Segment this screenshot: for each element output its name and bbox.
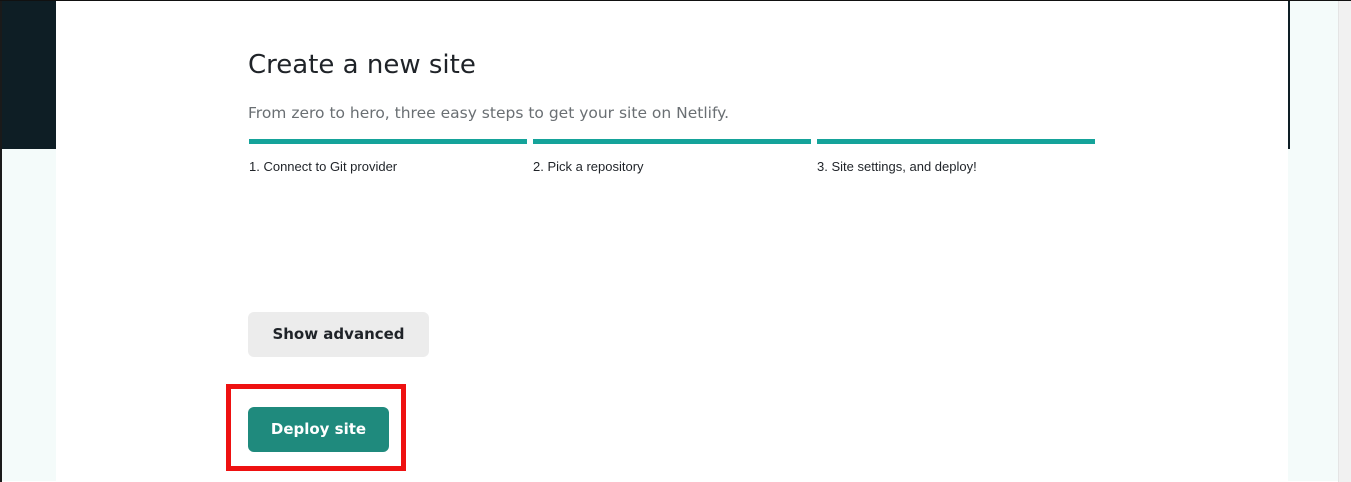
show-advanced-button[interactable]: Show advanced	[248, 312, 429, 357]
page-title: Create a new site	[248, 50, 476, 81]
page-subtitle: From zero to hero, three easy steps to g…	[248, 103, 730, 122]
step-progress-bar	[817, 139, 1095, 144]
scrollbar[interactable]	[1338, 1, 1351, 482]
app-window: Create a new site From zero to hero, thr…	[0, 0, 1351, 482]
step-label: 3. Site settings, and deploy!	[817, 159, 977, 174]
step-label: 2. Pick a repository	[533, 159, 644, 174]
deploy-site-button[interactable]: Deploy site	[248, 407, 389, 452]
step-progress-bar	[533, 139, 811, 144]
step-progress-bar	[249, 139, 527, 144]
step-label: 1. Connect to Git provider	[249, 159, 398, 174]
